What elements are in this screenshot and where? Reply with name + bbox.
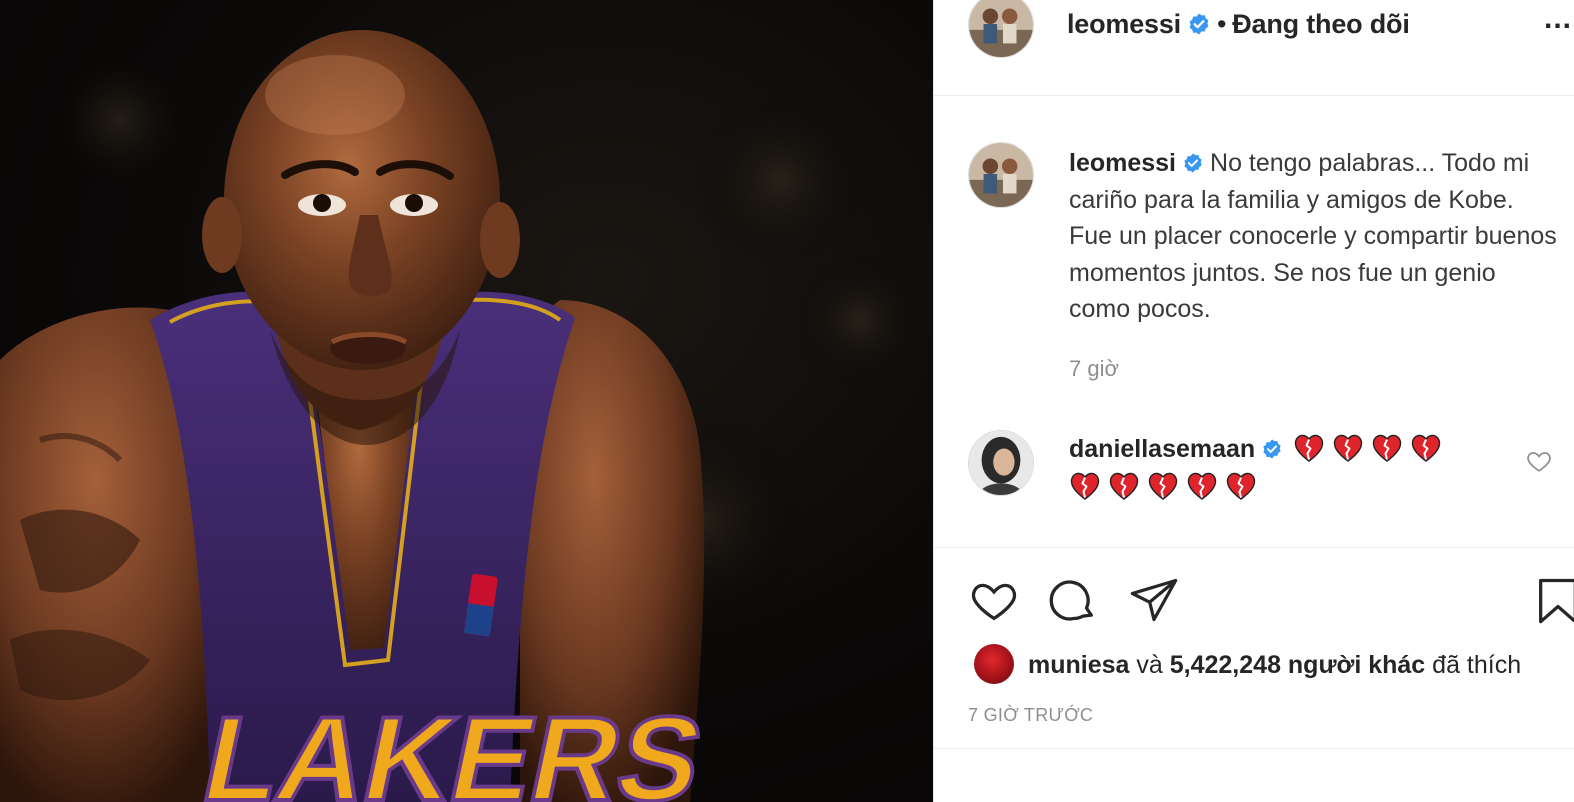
save-icon[interactable] — [1532, 574, 1574, 626]
caption-text-block: leomessi No tengo palabras... Todo mi car… — [1069, 145, 1559, 328]
following-button[interactable]: Đang theo dõi — [1232, 9, 1410, 39]
likes-summary: muniesa và 5,422,248 người khác đã thích — [974, 644, 1521, 684]
commenter-avatar[interactable] — [968, 430, 1034, 496]
header-user: leomessi • Đang theo dõi — [1067, 9, 1410, 40]
broken-heart-icon — [1225, 470, 1257, 502]
broken-heart-icon — [1293, 432, 1325, 464]
caption-username[interactable]: leomessi — [1069, 149, 1176, 177]
author-username[interactable]: leomessi — [1067, 9, 1181, 39]
more-options-icon[interactable]: ... — [1544, 2, 1572, 36]
broken-heart-icon — [1371, 432, 1403, 464]
divider — [934, 748, 1574, 749]
caption-time: 7 giờ — [1069, 356, 1119, 381]
jersey-lettering: LAKERS — [193, 691, 715, 802]
comment-icon[interactable] — [1048, 574, 1100, 626]
broken-heart-icon — [1410, 432, 1442, 464]
comment-body: daniellasemaan — [1069, 430, 1489, 506]
likes-and: và — [1136, 651, 1163, 679]
verified-icon — [1182, 152, 1204, 174]
verified-icon — [1261, 438, 1283, 460]
broken-heart-icon — [1069, 470, 1101, 502]
post-timestamp: 7 GIỜ TRƯỚC — [968, 705, 1094, 725]
comment-username[interactable]: daniellasemaan — [1069, 435, 1255, 463]
post-photo: LAKERS — [0, 0, 933, 802]
post-panel: leomessi • Đang theo dõi ... leomessi No te… — [933, 0, 1574, 802]
comment-like-icon[interactable] — [1526, 448, 1552, 474]
likes-count[interactable]: 5,422,248 người khác — [1170, 651, 1425, 679]
like-icon[interactable] — [968, 574, 1020, 626]
broken-heart-icon — [1108, 470, 1140, 502]
caption-avatar[interactable] — [968, 142, 1034, 208]
liker-avatar[interactable] — [974, 644, 1014, 684]
broken-heart-icon — [1186, 470, 1218, 502]
author-avatar[interactable] — [968, 0, 1034, 58]
header-separator: • — [1216, 9, 1227, 39]
share-icon[interactable] — [1128, 574, 1180, 626]
broken-heart-icon — [1147, 470, 1179, 502]
broken-heart-icon — [1332, 432, 1364, 464]
post-actions: muniesa và 5,422,248 người khác đã thích… — [934, 547, 1574, 747]
post-header: leomessi • Đang theo dõi ... — [934, 0, 1574, 96]
post-image: LAKERS — [0, 30, 930, 802]
liker-username[interactable]: muniesa — [1028, 651, 1129, 679]
likes-suffix: đã thích — [1432, 651, 1522, 679]
verified-icon — [1187, 12, 1211, 36]
